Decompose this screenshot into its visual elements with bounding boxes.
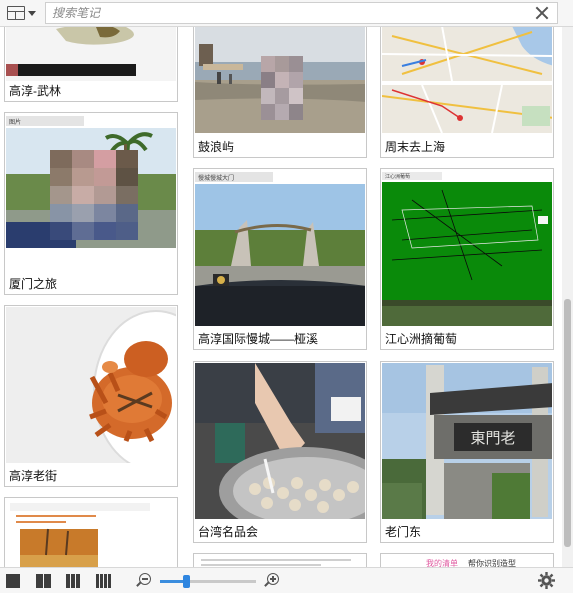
note-thumbnail: [382, 27, 552, 133]
chevron-down-icon: [28, 10, 36, 16]
notes-grid: 高淳-武林 鼓浪屿 周末去上海 图片 厦门之旅 慢城慢城大门 高淳国际慢城——桠…: [0, 27, 562, 567]
note-title: 高淳-武林: [9, 84, 61, 98]
three-column-layout-button[interactable]: [66, 574, 80, 588]
two-column-icon-part: [44, 574, 51, 588]
hairy-crab-photo-thumbnail: [6, 307, 176, 463]
note-card[interactable]: 鼓浪屿: [193, 27, 367, 158]
note-card[interactable]: 我的清单 帮你识别造型: [380, 553, 554, 567]
thumb-header-label: 江心洲葡萄: [385, 173, 410, 180]
single-column-layout-button[interactable]: [6, 574, 20, 588]
note-card[interactable]: 周末去上海: [380, 27, 554, 158]
note-title: 老门东: [385, 525, 422, 539]
note-title: 江心洲摘葡萄: [385, 332, 458, 346]
note-thumbnail: 江心洲葡萄: [382, 170, 552, 326]
shopping-list-thumbnail: 我的清单 帮你识别造型: [382, 555, 552, 567]
vertical-scrollbar[interactable]: [562, 27, 573, 567]
single-column-icon: [6, 574, 20, 588]
thumb-text-highlight: 我的清单: [426, 558, 458, 567]
note-thumbnail: 慢城慢城大门: [195, 170, 365, 326]
note-card[interactable]: [4, 497, 178, 567]
note-title: 周末去上海: [385, 140, 446, 154]
road-trip-photo-thumbnail: 慢城慢城大门: [195, 170, 365, 326]
note-thumbnail: [195, 555, 365, 567]
top-search-bar: [0, 0, 573, 27]
thumb-text: 帮你识别造型: [468, 558, 516, 567]
note-card[interactable]: 東門老 老门东: [380, 361, 554, 543]
document-thumbnail: [195, 555, 365, 567]
view-mode-menu-button[interactable]: [0, 0, 43, 26]
thumb-header-label: 图片: [9, 118, 21, 126]
zoom-out-icon[interactable]: [136, 573, 152, 589]
three-column-icon-part: [71, 574, 75, 588]
four-column-layout-button[interactable]: [96, 574, 111, 588]
zoom-in-icon[interactable]: [264, 573, 280, 589]
beach-photo-thumbnail: [195, 27, 365, 133]
note-card[interactable]: 高淳老街: [4, 305, 178, 487]
note-card[interactable]: 高淳-武林: [4, 27, 178, 102]
note-title: 鼓浪屿: [198, 140, 235, 154]
map-thumbnail: [382, 27, 552, 133]
note-thumbnail: 我的清单 帮你识别造型: [382, 555, 552, 567]
two-column-icon: [36, 574, 43, 588]
three-column-icon-part: [76, 574, 80, 588]
note-title: 高淳国际慢城——桠溪: [198, 332, 319, 346]
grid-view-icon: [7, 6, 25, 20]
note-card[interactable]: [193, 553, 367, 567]
note-thumbnail: [6, 27, 176, 81]
vineyard-map-thumbnail: 江心洲葡萄: [382, 170, 552, 326]
scrollbar-thumb[interactable]: [564, 299, 571, 547]
crab-photo-thumbnail: [6, 27, 176, 81]
pixelated-person: [50, 150, 138, 240]
note-card[interactable]: 江心洲葡萄 江心洲摘葡萄: [380, 168, 554, 350]
note-title: 台湾名品会: [198, 525, 259, 539]
gate-photo-thumbnail: 東門老: [382, 363, 552, 519]
autumn-trees-thumbnail: [6, 499, 176, 567]
two-column-layout-button[interactable]: [36, 574, 51, 588]
note-thumbnail: [6, 307, 176, 463]
gate-plaque-text: 東門老: [470, 429, 515, 447]
zoom-slider[interactable]: [160, 575, 256, 588]
pixelated-person: [261, 56, 303, 120]
gear-icon[interactable]: [538, 572, 555, 589]
dumpling-photo-thumbnail: [195, 363, 365, 519]
note-title: 厦门之旅: [9, 277, 58, 291]
note-thumbnail: 東門老: [382, 363, 552, 519]
note-thumbnail: [195, 27, 365, 133]
bottom-toolbar: [0, 567, 573, 593]
four-column-icon-part: [104, 574, 107, 588]
three-column-icon: [66, 574, 70, 588]
note-card[interactable]: 慢城慢城大门 高淳国际慢城——桠溪: [193, 168, 367, 350]
note-title: 高淳老街: [9, 469, 58, 483]
four-column-icon: [96, 574, 99, 588]
search-input[interactable]: [46, 3, 516, 23]
note-card[interactable]: 台湾名品会: [193, 361, 367, 543]
note-card[interactable]: 图片 厦门之旅: [4, 112, 178, 295]
note-thumbnail: 图片: [6, 114, 176, 270]
search-box: [45, 2, 558, 24]
four-column-icon-part: [100, 574, 103, 588]
thumb-header-label: 慢城慢城大门: [198, 174, 234, 182]
note-thumbnail: [6, 499, 176, 567]
clear-search-icon[interactable]: [535, 6, 549, 20]
four-column-icon-part: [108, 574, 111, 588]
zoom-slider-knob[interactable]: [183, 575, 190, 588]
note-thumbnail: [195, 363, 365, 519]
travel-photo-thumbnail: 图片: [6, 114, 176, 270]
